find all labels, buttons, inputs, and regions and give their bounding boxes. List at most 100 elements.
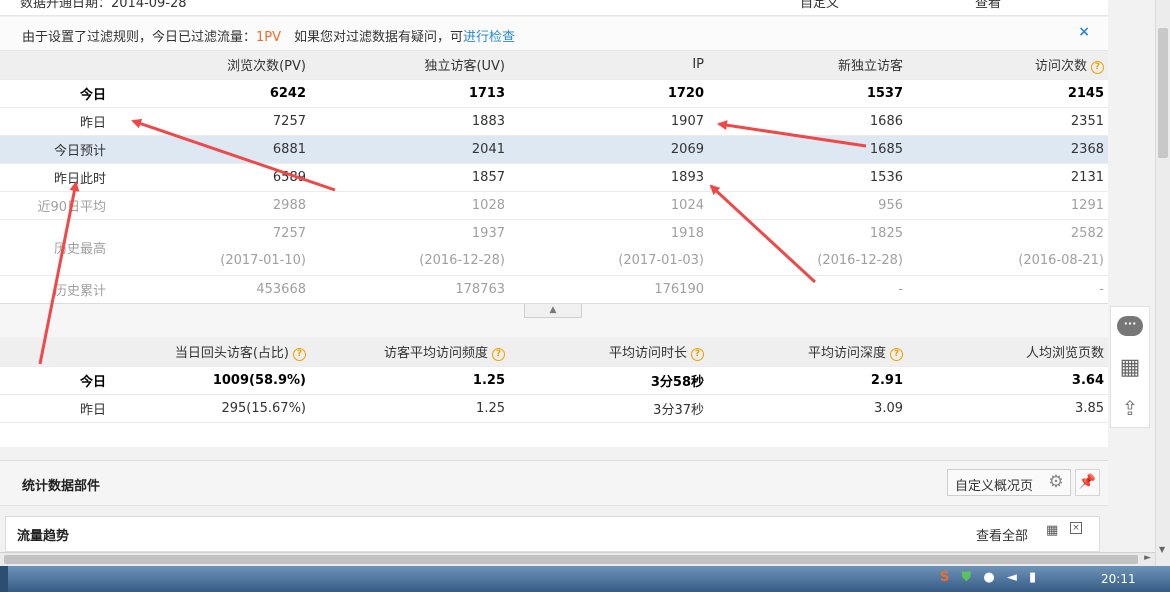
row-label: 今日	[0, 79, 110, 108]
cell-new-uv: 1536	[708, 163, 907, 192]
row-label: 昨日此时	[0, 163, 110, 192]
os-taskbar: S ⛊ ● ◄ ▮ 20:11	[0, 566, 1170, 592]
cell-pv: 6589	[110, 163, 310, 192]
customize-overview-button[interactable]: 自定义概况页 ⚙	[947, 469, 1071, 496]
help-icon[interactable]: ?	[890, 348, 903, 362]
view-all-link[interactable]: 查看全部	[976, 525, 1028, 544]
help-icon[interactable]: ?	[293, 348, 306, 362]
table-header-row: 浏览次数(PV) 独立访客(UV) IP 新独立访客 访问次数?	[0, 51, 1108, 80]
top-strip-left-text: 数据开通日期：2014-09-28	[20, 0, 187, 11]
cell-pv: 7257	[272, 225, 306, 241]
scrollbar-thumb[interactable]	[4, 555, 1138, 564]
cell-new-uv: 1537	[708, 79, 907, 108]
tray-qq-icon[interactable]: ●	[983, 570, 994, 585]
header-pages: 人均浏览页数	[907, 338, 1108, 367]
row-label: 昨日	[0, 394, 110, 423]
cell-visits: 2368	[907, 135, 1108, 164]
table-row: 历史最高 7257 1937 1918 1825 2582	[0, 219, 1108, 276]
close-icon[interactable]: ×	[1078, 24, 1090, 40]
vertical-scrollbar[interactable]: ▼	[1155, 0, 1170, 566]
cell-visits: 2351	[907, 107, 1108, 136]
traffic-trend-widget: 流量趋势 查看全部 ▦ ×	[5, 516, 1100, 552]
cell-pv: 453668	[110, 275, 310, 304]
trend-title: 流量趋势	[17, 529, 70, 544]
header-pv: 浏览次数(PV)	[110, 51, 310, 80]
cell-freq: 1.25	[310, 394, 509, 423]
tray-app-icon[interactable]: S	[940, 570, 949, 585]
cell-pages: 3.85	[907, 394, 1108, 423]
scroll-right-icon[interactable]: ►	[1144, 553, 1151, 563]
cell-new-uv: 956	[708, 191, 907, 220]
section-title: 统计数据部件	[22, 479, 101, 494]
scrollbar-thumb[interactable]	[1158, 28, 1168, 158]
header-depth-label: 平均访问深度	[807, 346, 886, 362]
check-link[interactable]: 进行检查	[463, 30, 515, 45]
row-label: 历史累计	[0, 275, 110, 304]
header-freq-label: 访客平均访问频度	[383, 346, 488, 362]
tray-volume-icon[interactable]: ◄	[1007, 570, 1017, 585]
cell-new-uv-date: (2016-12-28)	[708, 247, 907, 276]
chat-icon[interactable]: ···	[1111, 309, 1149, 347]
cell-new-uv: -	[708, 275, 907, 304]
cell-visits-date: (2016-08-21)	[907, 247, 1108, 276]
system-tray: S ⛊ ● ◄ ▮	[940, 570, 1044, 585]
qrcode-icon[interactable]: ▦	[1111, 349, 1149, 387]
cell-new-uv: 1686	[708, 107, 907, 136]
help-icon[interactable]: ?	[691, 348, 704, 362]
header-new-uv: 新独立访客	[708, 51, 907, 80]
table-row: (2017-01-10) (2016-12-28) (2017-01-03) (…	[0, 247, 1108, 276]
row-label: 昨日	[0, 107, 110, 136]
engagement-table: 当日回头访客(占比)? 访客平均访问频度? 平均访问时长? 平均访问深度? 人均…	[0, 338, 1108, 423]
cell-pv: 6242	[110, 79, 310, 108]
cell-ip: 1907	[509, 107, 708, 136]
table-row: 近90日平均 2988 1028 1024 956 1291	[0, 191, 1108, 220]
filter-notice: 由于设置了过滤规则，今日已过滤流量：1PV 如果您对过滤数据有疑问，可进行检查 …	[0, 17, 1108, 51]
tray-network-icon[interactable]: ▮	[1029, 570, 1036, 585]
header-freq: 访客平均访问频度?	[310, 338, 509, 367]
header-uv: 独立访客(UV)	[310, 51, 509, 80]
top-strip-right-text2[interactable]: 查看	[975, 0, 1001, 11]
cell-returning: 1009(58.9%)	[110, 366, 310, 395]
help-icon[interactable]: ?	[492, 348, 505, 362]
notice-prefix: 由于设置了过滤规则，今日已过滤流量：	[22, 30, 257, 45]
floating-toolbar: ··· ▦ ⇪	[1110, 306, 1150, 428]
header-returning-label: 当日回头访客(占比)	[174, 346, 289, 362]
clock: 20:11	[1101, 572, 1136, 586]
table-row: 昨日此时 6589 1857 1893 1536 2131	[0, 163, 1108, 192]
cell-pv: 6881	[110, 135, 310, 164]
notice-text: 由于设置了过滤规则，今日已过滤流量：1PV 如果您对过滤数据有疑问，可进行检查	[22, 26, 515, 45]
pin-icon[interactable]: 📌	[1075, 469, 1100, 496]
header-duration: 平均访问时长?	[509, 338, 708, 367]
cell-uv: 1028	[310, 191, 509, 220]
cell-uv: 1857	[310, 163, 509, 192]
row-label: 近90日平均	[0, 191, 110, 220]
top-strip-right-text: 自定义	[800, 0, 840, 11]
cell-uv: 1883	[310, 107, 509, 136]
cell-depth: 2.91	[708, 366, 907, 395]
header-cell-label	[0, 51, 110, 80]
cell-visits: 2145	[907, 79, 1108, 108]
help-icon[interactable]: ?	[1091, 61, 1104, 75]
cell-uv-date: (2016-12-28)	[310, 247, 509, 276]
engagement-table-panel: 当日回头访客(占比)? 访客平均访问频度? 平均访问时长? 平均访问深度? 人均…	[0, 338, 1108, 447]
scroll-down-icon[interactable]: ▼	[1159, 545, 1165, 554]
grid-icon[interactable]: ▦	[1046, 523, 1058, 538]
header-cell-label	[0, 338, 110, 367]
tray-shield-icon[interactable]: ⛊	[962, 570, 972, 585]
close-widget-icon[interactable]: ×	[1070, 522, 1082, 534]
table-row: 今日 6242 1713 1720 1537 2145	[0, 79, 1108, 108]
cell-uv: 178763	[310, 275, 509, 304]
widgets-section-header: 统计数据部件	[0, 460, 1108, 506]
back-to-top-icon[interactable]: ⇪	[1111, 389, 1149, 427]
cell-ip: 1918	[670, 225, 704, 241]
cell-ip: 1893	[509, 163, 708, 192]
cell-duration: 3分37秒	[509, 394, 708, 423]
header-ip: IP	[509, 51, 708, 80]
table-header-row: 当日回头访客(占比)? 访客平均访问频度? 平均访问时长? 平均访问深度? 人均…	[0, 338, 1108, 367]
collapse-toggle-button[interactable]: ▲	[524, 304, 582, 318]
cell-visits: -	[907, 275, 1108, 304]
row-label: 今日预计	[0, 135, 110, 164]
start-button-edge[interactable]	[0, 566, 8, 592]
horizontal-scrollbar[interactable]: ►	[0, 552, 1155, 566]
cell-ip: 1024	[509, 191, 708, 220]
